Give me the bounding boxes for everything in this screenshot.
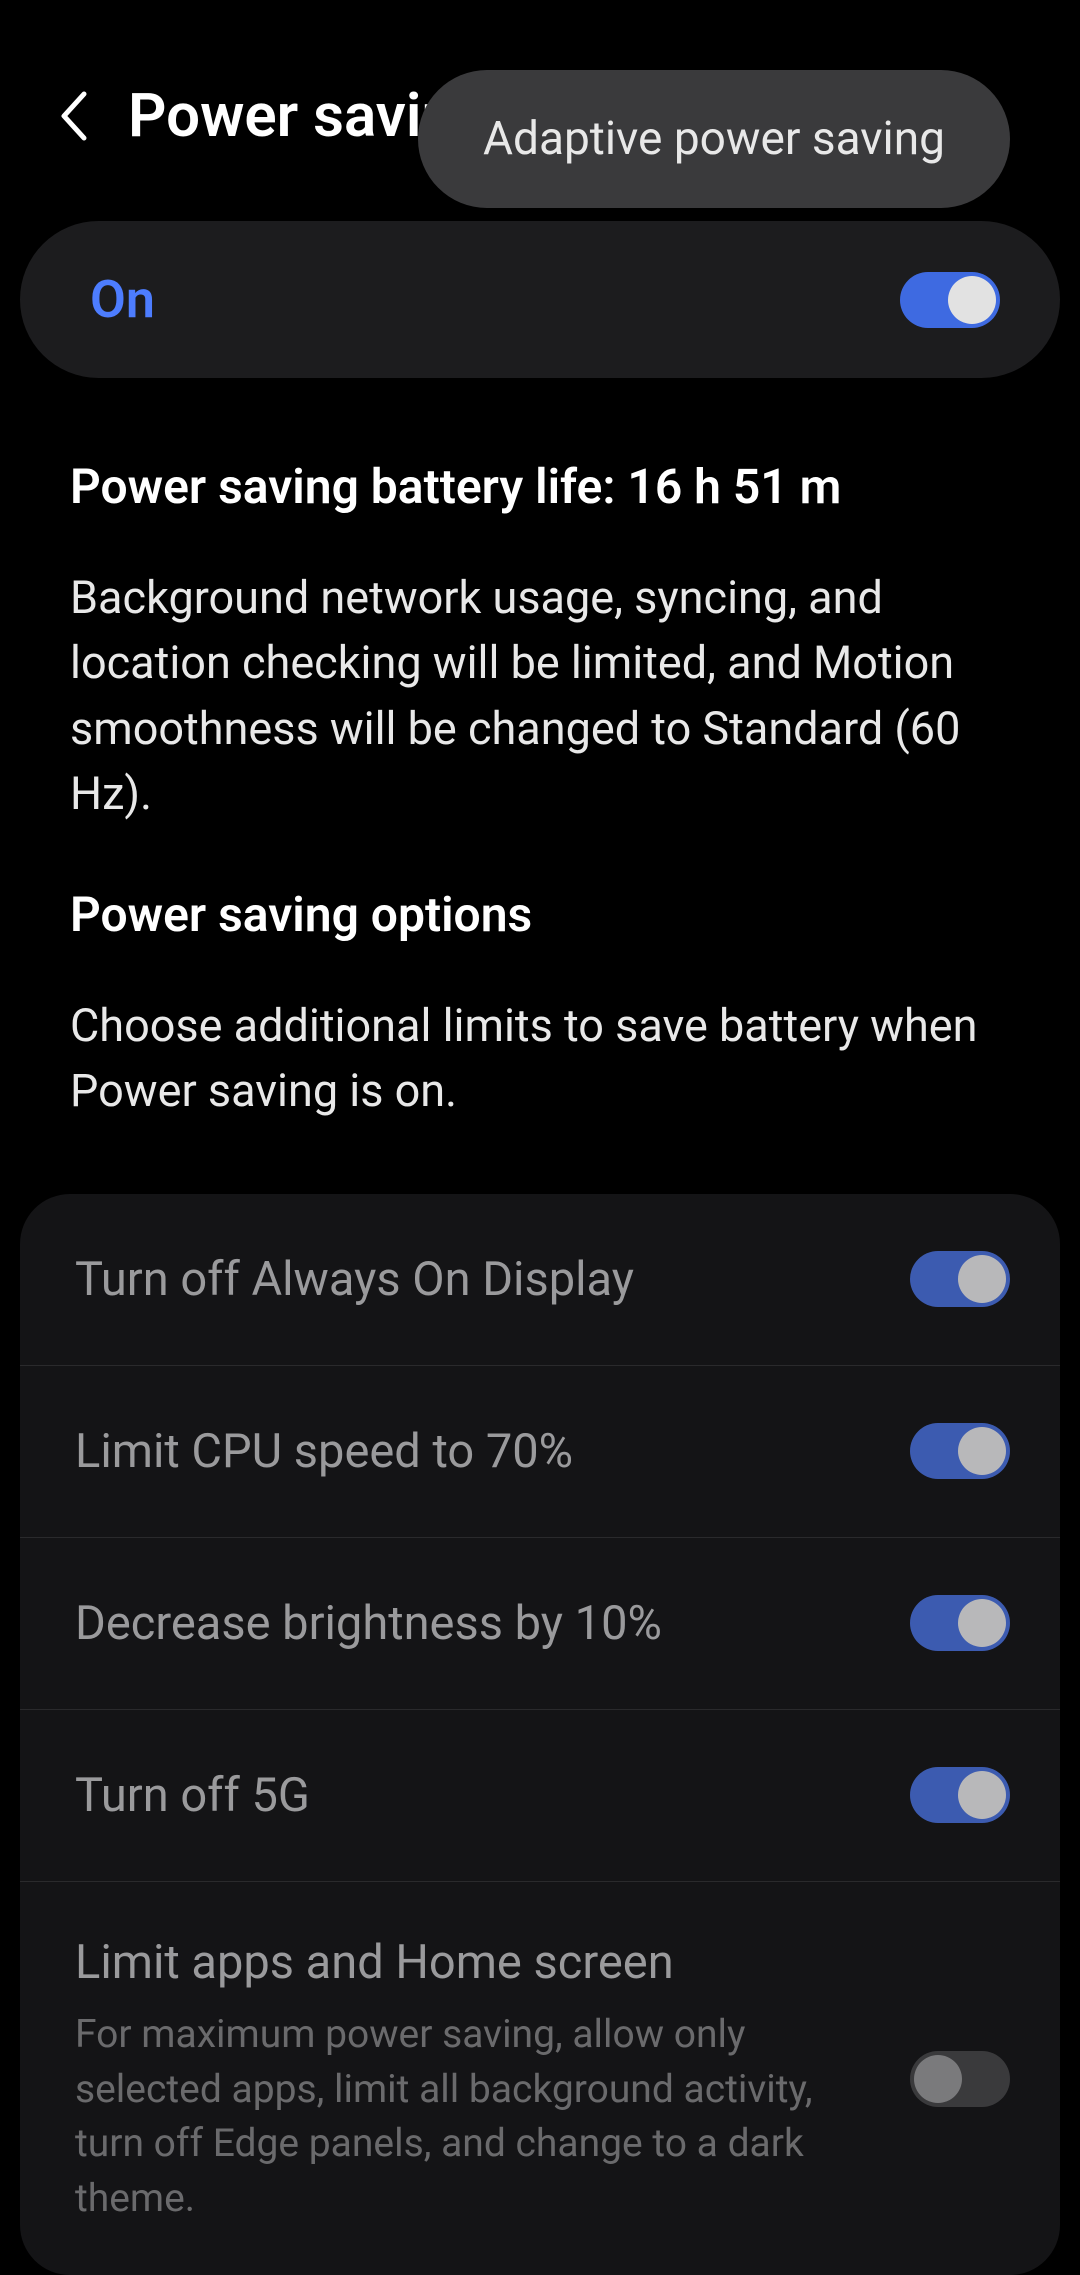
master-toggle-switch[interactable] (900, 272, 1000, 328)
option-toggle-switch[interactable] (910, 1595, 1010, 1651)
option-label: Limit apps and Home screen (75, 1932, 870, 1993)
option-text: Turn off 5G (75, 1765, 910, 1826)
option-decrease-brightness[interactable]: Decrease brightness by 10% (20, 1538, 1060, 1710)
option-text: Limit CPU speed to 70% (75, 1421, 910, 1482)
toggle-thumb (958, 1771, 1006, 1819)
toggle-thumb (958, 1427, 1006, 1475)
toggle-thumb (958, 1599, 1006, 1647)
battery-life-title: Power saving battery life: 16 h 51 m (70, 458, 1010, 515)
battery-info-description: Background network usage, syncing, and l… (70, 565, 1010, 826)
master-toggle-card[interactable]: On (20, 221, 1060, 378)
master-toggle-label: On (90, 269, 155, 330)
option-text: Limit apps and Home screen For maximum p… (75, 1932, 910, 2225)
options-heading: Power saving options (70, 886, 1010, 943)
option-text: Turn off Always On Display (75, 1249, 910, 1310)
options-card: Turn off Always On Display Limit CPU spe… (20, 1194, 1060, 2275)
option-sublabel: For maximum power saving, allow only sel… (75, 2007, 870, 2225)
option-toggle-switch[interactable] (910, 1251, 1010, 1307)
option-label: Turn off 5G (75, 1765, 870, 1826)
options-description: Choose additional limits to save battery… (70, 993, 1010, 1124)
option-label: Turn off Always On Display (75, 1249, 870, 1310)
option-text: Decrease brightness by 10% (75, 1593, 910, 1654)
option-label: Decrease brightness by 10% (75, 1593, 870, 1654)
option-toggle-switch[interactable] (910, 1767, 1010, 1823)
option-always-on-display[interactable]: Turn off Always On Display (20, 1194, 1060, 1366)
option-limit-cpu[interactable]: Limit CPU speed to 70% (20, 1366, 1060, 1538)
option-label: Limit CPU speed to 70% (75, 1421, 870, 1482)
option-limit-apps[interactable]: Limit apps and Home screen For maximum p… (20, 1882, 1060, 2275)
toggle-thumb (958, 1255, 1006, 1303)
tooltip-adaptive-power-saving[interactable]: Adaptive power saving (418, 70, 1010, 208)
back-icon[interactable] (50, 92, 98, 140)
toggle-thumb (948, 276, 996, 324)
option-toggle-switch[interactable] (910, 2051, 1010, 2107)
tooltip-text: Adaptive power saving (483, 112, 945, 166)
info-section: Power saving battery life: 16 h 51 m Bac… (0, 378, 1080, 1184)
toggle-thumb (914, 2055, 962, 2103)
option-turn-off-5g[interactable]: Turn off 5G (20, 1710, 1060, 1882)
option-toggle-switch[interactable] (910, 1423, 1010, 1479)
